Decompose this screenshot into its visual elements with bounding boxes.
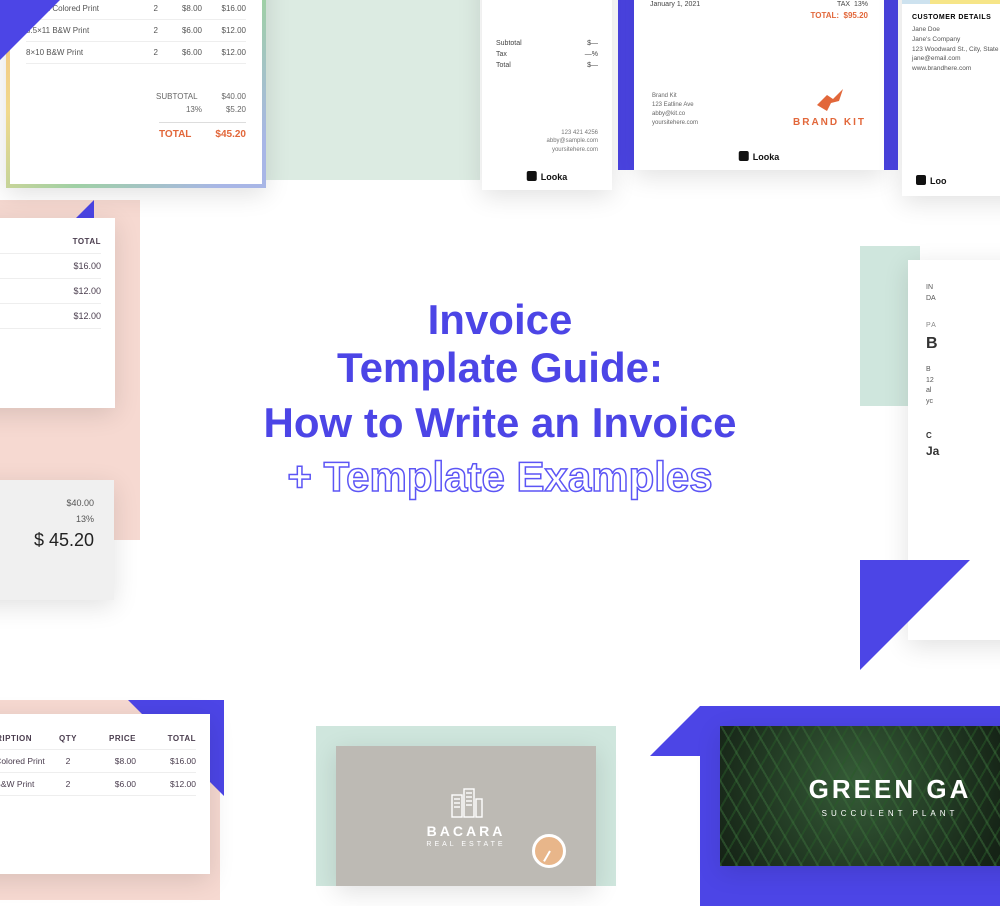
table-row: 2$6.00$12.00 [0, 304, 101, 329]
looka-brand: Loo [916, 175, 947, 186]
customer-details: Jane Doe Jane's Company 123 Woodward St.… [912, 25, 1000, 74]
triangle-accent [0, 0, 70, 100]
clock-icon [532, 834, 566, 868]
tax-value: 13% [0, 514, 94, 524]
green-garden-title: GREEN GA [809, 774, 972, 805]
invoice-template-brandkit: DATE ISSUED January 1, 2021 SUBTOTAL $90… [634, 0, 884, 170]
green-garden-subtitle: SUCCULENT PLANT [822, 809, 959, 818]
invoice-template-bacara: BACARA REAL ESTATE [336, 746, 596, 886]
client-name: Ja [926, 444, 1000, 458]
invoice-total-grey: $40.00 13% $ 45.20 [0, 480, 114, 600]
subtotal-value: $40.00 [0, 498, 94, 508]
subtotal-block: SUBTOTAL $90.00 TAX 13% TOTAL: $95.20 [806, 0, 868, 23]
from-block: Brand Kit 123 Eatline Ave abby@kit.co yo… [652, 92, 698, 128]
table-header: SCRIPTION QTY PRICE TOTAL [0, 728, 196, 750]
contact-footer: 123 421 4256 abby@sample.com yoursiteher… [496, 129, 598, 154]
address-block: B 12 al yc [926, 365, 1000, 407]
hero-line-4: + Template Examples [160, 451, 840, 504]
brandkit-label: BRAND KIT [793, 117, 866, 128]
client-label: C [926, 431, 1000, 440]
hero-title: Invoice Template Guide: How to Write an … [160, 296, 840, 504]
hero-line-1: Invoice [160, 296, 840, 344]
triangle-accent [860, 560, 970, 670]
grand-total: $ 45.20 [0, 530, 94, 551]
buildings-icon [446, 785, 486, 819]
hero-line-3: How to Write an Invoice [160, 397, 840, 450]
invoice-template-minimal: Subtotal$— Tax—% Total$— 123 421 4256 ab… [482, 0, 612, 190]
section-heading: CUSTOMER DETAILS [912, 14, 1000, 21]
table-row: 2$6.00$12.00 [0, 279, 101, 304]
color-accent-bar [902, 0, 1000, 4]
invoice-template-green-garden: GREEN GA SUCCULENT PLANT [720, 726, 1000, 866]
summary-line: Tax—% [496, 51, 598, 58]
table-header: QTY PRICE TOTAL [0, 230, 101, 254]
bacara-name: BACARA [426, 823, 505, 839]
payable-label: PA [926, 322, 1000, 329]
bacara-logo: BACARA REAL ESTATE [426, 785, 505, 848]
table-row: 11 B&W Print2$6.00$12.00 [0, 773, 196, 796]
invoice-table-pink: QTY PRICE TOTAL 2$8.00$16.00 2$6.00$12.0… [0, 218, 115, 408]
bacara-subtitle: REAL ESTATE [426, 841, 505, 848]
hummingbird-icon [813, 87, 847, 115]
table-row: 2$8.00$16.00 [0, 254, 101, 279]
table-row: 11 Colored Print2$8.00$16.00 [0, 750, 196, 773]
summary-line: Total$— [496, 62, 598, 69]
looka-brand: Looka [527, 171, 568, 182]
looka-brand: Looka [739, 151, 780, 162]
hero-line-2: Template Guide: [160, 345, 840, 393]
date-issued-block: DATE ISSUED January 1, 2021 [650, 0, 700, 10]
invoice-table-bottom: SCRIPTION QTY PRICE TOTAL 11 Colored Pri… [0, 714, 210, 874]
company-initial: B [926, 335, 1000, 353]
summary-line: Subtotal$— [496, 40, 598, 47]
invoice-meta: IN DA [926, 282, 1000, 304]
invoice-template-customer: CUSTOMER DETAILS Jane Doe Jane's Company… [902, 0, 1000, 196]
brandkit-logo: BRAND KIT [793, 87, 866, 128]
